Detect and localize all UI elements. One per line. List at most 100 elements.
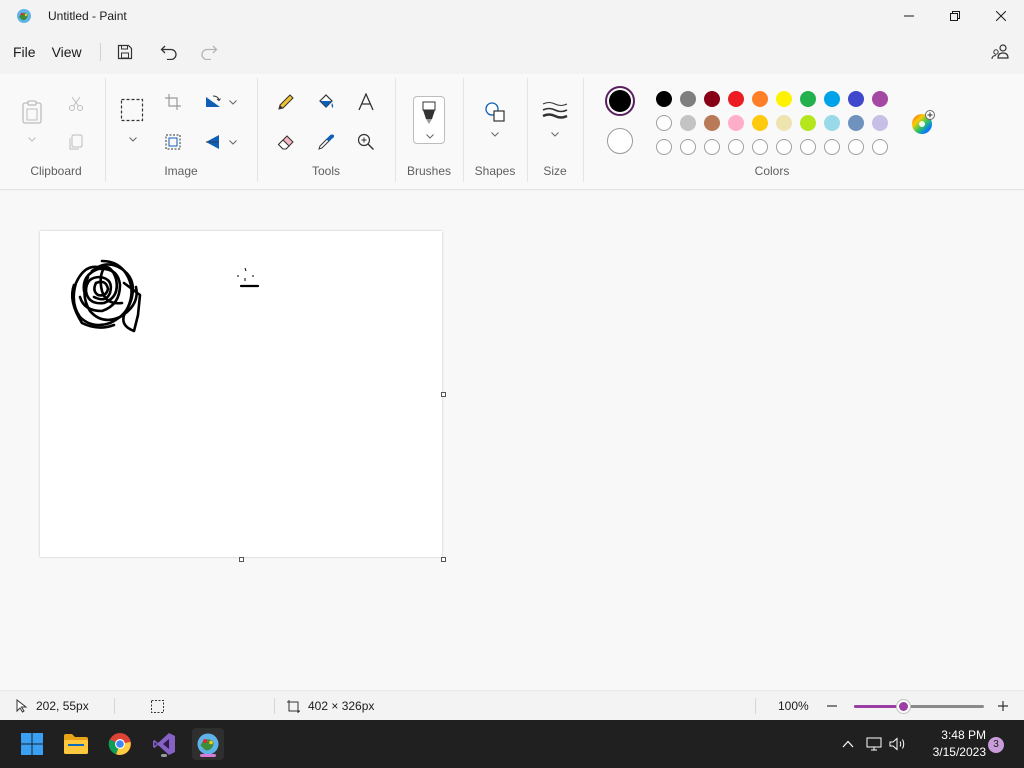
color-swatch[interactable] bbox=[656, 91, 672, 107]
resize-icon bbox=[165, 134, 181, 150]
pencil-icon bbox=[278, 94, 294, 110]
rotate-icon bbox=[206, 95, 221, 107]
magnifier-button[interactable] bbox=[352, 128, 380, 156]
paste-icon bbox=[22, 100, 42, 124]
color-swatch[interactable] bbox=[776, 115, 792, 131]
size-button[interactable] bbox=[541, 98, 569, 144]
canvas-resize-handle-right[interactable] bbox=[441, 392, 446, 397]
zoom-slider[interactable] bbox=[854, 700, 984, 713]
minimize-button[interactable] bbox=[886, 0, 932, 32]
chevron-up-icon bbox=[842, 740, 854, 748]
taskbar-visual-studio[interactable] bbox=[148, 728, 180, 760]
redo-button[interactable] bbox=[193, 37, 225, 67]
window-title: Untitled - Paint bbox=[48, 9, 127, 23]
color-swatch[interactable] bbox=[728, 91, 744, 107]
color-swatch[interactable] bbox=[848, 115, 864, 131]
text-icon bbox=[358, 93, 374, 111]
image-label: Image bbox=[164, 164, 198, 178]
share-button[interactable] bbox=[986, 37, 1016, 67]
custom-color-slot[interactable] bbox=[728, 139, 744, 155]
taskbar-clock[interactable]: 3:48 PM 3/15/2023 bbox=[914, 727, 986, 761]
edit-colors-button[interactable] bbox=[910, 110, 936, 136]
brushes-button[interactable] bbox=[413, 96, 445, 144]
color-swatch[interactable] bbox=[824, 91, 840, 107]
flip-button[interactable] bbox=[199, 128, 227, 156]
select-button[interactable] bbox=[118, 96, 146, 124]
notification-badge[interactable]: 3 bbox=[988, 737, 1004, 753]
color-swatch[interactable] bbox=[704, 115, 720, 131]
taskbar-paint[interactable] bbox=[192, 728, 224, 760]
custom-color-slot[interactable] bbox=[848, 139, 864, 155]
rotate-dropdown[interactable] bbox=[228, 97, 238, 107]
taskbar-file-explorer[interactable] bbox=[60, 728, 92, 760]
color-swatch[interactable] bbox=[704, 91, 720, 107]
undo-icon bbox=[160, 45, 177, 60]
custom-color-slot[interactable] bbox=[704, 139, 720, 155]
resize-button[interactable] bbox=[159, 128, 187, 156]
network-button[interactable] bbox=[864, 734, 884, 754]
color-swatch[interactable] bbox=[656, 115, 672, 131]
shapes-button[interactable] bbox=[481, 98, 509, 144]
taskbar: 3:48 PM 3/15/2023 bbox=[0, 720, 1024, 768]
show-hidden-icons-button[interactable] bbox=[838, 734, 858, 754]
color-swatch[interactable] bbox=[752, 115, 768, 131]
zoom-in-button[interactable] bbox=[997, 691, 1009, 721]
color-swatch[interactable] bbox=[872, 91, 888, 107]
zoom-slider-thumb[interactable] bbox=[897, 700, 911, 713]
image-group: Image bbox=[106, 78, 256, 186]
primary-color[interactable] bbox=[605, 86, 635, 116]
zoom-level-text: 100% bbox=[778, 699, 809, 713]
color-swatch[interactable] bbox=[824, 115, 840, 131]
canvas-resize-handle-bottom[interactable] bbox=[239, 557, 244, 562]
color-swatch[interactable] bbox=[800, 91, 816, 107]
custom-color-slot[interactable] bbox=[800, 139, 816, 155]
status-separator bbox=[114, 698, 115, 714]
canvas-resize-handle-corner[interactable] bbox=[441, 557, 446, 562]
color-swatch[interactable] bbox=[680, 91, 696, 107]
color-swatch[interactable] bbox=[776, 91, 792, 107]
zoom-out-button[interactable] bbox=[826, 691, 838, 721]
custom-color-slot[interactable] bbox=[824, 139, 840, 155]
text-button[interactable] bbox=[352, 88, 380, 116]
zoom-level[interactable]: 100% bbox=[778, 691, 809, 721]
cut-button[interactable] bbox=[62, 90, 90, 118]
rotate-button[interactable] bbox=[199, 88, 227, 116]
menu-view[interactable]: View bbox=[44, 37, 90, 67]
paste-button[interactable] bbox=[18, 98, 46, 126]
crop-button[interactable] bbox=[159, 88, 187, 116]
start-button[interactable] bbox=[16, 728, 48, 760]
copy-button[interactable] bbox=[62, 128, 90, 156]
paint-app-icon bbox=[197, 733, 219, 755]
restore-button[interactable] bbox=[932, 0, 978, 32]
pencil-button[interactable] bbox=[272, 88, 300, 116]
custom-color-slot[interactable] bbox=[752, 139, 768, 155]
select-dropdown[interactable] bbox=[128, 134, 138, 144]
custom-color-slot[interactable] bbox=[872, 139, 888, 155]
flip-icon bbox=[206, 135, 219, 149]
paste-dropdown[interactable] bbox=[27, 134, 37, 144]
custom-color-slot[interactable] bbox=[680, 139, 696, 155]
taskbar-chrome[interactable] bbox=[104, 728, 136, 760]
custom-color-slot[interactable] bbox=[776, 139, 792, 155]
custom-color-slot[interactable] bbox=[656, 139, 672, 155]
flip-dropdown[interactable] bbox=[228, 137, 238, 147]
fill-button[interactable] bbox=[312, 88, 340, 116]
volume-button[interactable] bbox=[888, 734, 908, 754]
save-button[interactable] bbox=[109, 37, 141, 67]
primary-color-fill bbox=[609, 90, 631, 112]
menu-file[interactable]: File bbox=[5, 37, 44, 67]
undo-button[interactable] bbox=[153, 37, 185, 67]
eraser-button[interactable] bbox=[272, 128, 300, 156]
color-swatch[interactable] bbox=[680, 115, 696, 131]
close-button[interactable] bbox=[978, 0, 1024, 32]
color-swatch[interactable] bbox=[872, 115, 888, 131]
color-swatch[interactable] bbox=[752, 91, 768, 107]
color-swatch[interactable] bbox=[728, 115, 744, 131]
secondary-color[interactable] bbox=[607, 128, 633, 154]
drawing-canvas[interactable] bbox=[40, 231, 442, 557]
color-swatch[interactable] bbox=[800, 115, 816, 131]
zoom-slider-fill bbox=[854, 705, 904, 708]
scissors-icon bbox=[69, 96, 83, 111]
color-swatch[interactable] bbox=[848, 91, 864, 107]
color-picker-button[interactable] bbox=[312, 128, 340, 156]
